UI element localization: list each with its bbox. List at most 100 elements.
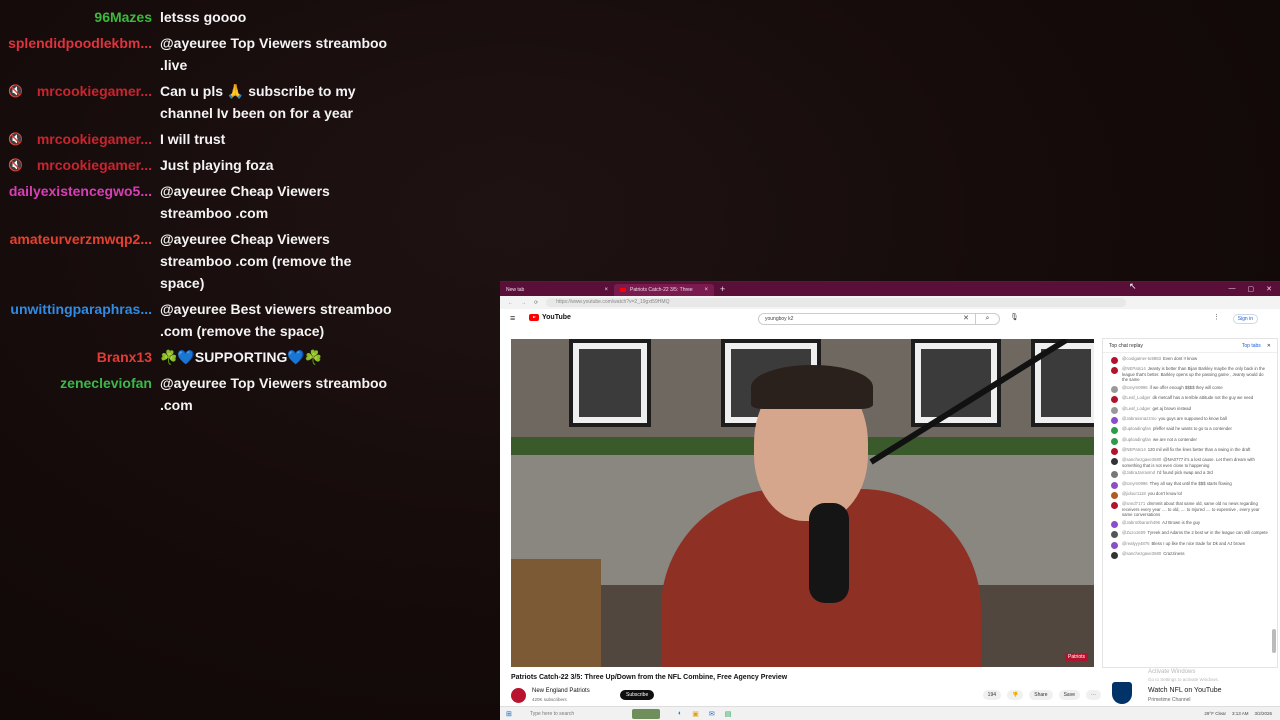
avatar	[1111, 396, 1118, 404]
live-chat-author[interactable]: @NEPats14	[1122, 447, 1146, 452]
live-chat-author[interactable]: @snnd7171	[1122, 501, 1145, 506]
like-button[interactable]: 194	[982, 690, 1002, 700]
live-chat-author[interactable]: @Jabrassnazzmo	[1122, 416, 1156, 421]
youtube-logo[interactable]: YouTube	[529, 314, 571, 321]
avatar	[1111, 492, 1118, 500]
live-chat-body: Even dont !! know	[1163, 356, 1198, 361]
live-chat-text: @NEPats14 120 mil will fix the lines bett…	[1122, 447, 1250, 453]
clear-search-icon[interactable]: ✕	[963, 314, 969, 324]
forward-button[interactable]: →	[521, 300, 526, 306]
chat-username[interactable]: 96Mazes	[94, 6, 152, 28]
close-window-button[interactable]: ✕	[1266, 285, 1272, 293]
chat-username[interactable]: unwittingparaphras...	[10, 298, 152, 320]
channel-name[interactable]: New England Patriots	[532, 688, 590, 694]
live-chat-author[interactable]: @Leaf_Lodger	[1122, 406, 1151, 411]
chat-mode-dropdown[interactable]: Top chat replay	[1109, 343, 1143, 349]
tab-youtube-video[interactable]: Patriots Catch-22 3/5: Three ×	[614, 284, 714, 296]
minimize-button[interactable]: —	[1229, 285, 1236, 293]
chat-username-cell: 96Mazes	[0, 6, 160, 28]
chat-text: Just playing foza	[160, 157, 274, 173]
live-chat-author[interactable]: @NEPats14	[1122, 366, 1146, 371]
live-chat-message: @Jabro0baranh496 AJ Brown is the guy	[1111, 520, 1269, 529]
weather-widget[interactable]: 29°F Clear	[1204, 711, 1226, 716]
new-tab-button[interactable]: +	[714, 284, 731, 294]
share-button[interactable]: Share	[1029, 690, 1053, 700]
live-chat-text: @tonym0996 if we offer enough $$$$ they w…	[1122, 385, 1223, 391]
avatar	[1111, 541, 1118, 549]
maximize-button[interactable]: ▢	[1248, 285, 1255, 293]
top-tabs-toggle[interactable]: Top tabs	[1242, 343, 1261, 349]
live-chat-author[interactable]: @tonym0996	[1122, 481, 1148, 486]
chat-username[interactable]: Branx13	[97, 346, 152, 368]
menu-icon[interactable]: ≡	[510, 313, 515, 323]
live-chat-author[interactable]: @tonym0996	[1122, 385, 1148, 390]
chat-username[interactable]: zenecleviofan	[60, 372, 152, 394]
chat-text: letsss goooo	[160, 9, 247, 25]
close-chat-icon[interactable]: ✕	[1267, 343, 1271, 349]
subscribe-button[interactable]: Subscribe	[620, 690, 655, 700]
avatar	[1111, 481, 1118, 489]
chat-username[interactable]: mrcookiegamer...	[37, 154, 152, 176]
sign-in-button[interactable]: Sign in	[1232, 314, 1258, 324]
more-actions-button[interactable]: ⋯	[1086, 690, 1101, 700]
nfl-promo[interactable]: Watch NFL on YouTube Primetime Channel	[1112, 682, 1272, 706]
live-chat-text: @tonym0996 They all say that until the $$…	[1122, 481, 1232, 487]
dislike-button[interactable]: 👎	[1007, 690, 1024, 700]
activate-title: Activate Windows	[1148, 669, 1196, 675]
more-options-icon[interactable]: ⋮	[1213, 313, 1220, 321]
chat-scrollbar[interactable]	[1272, 629, 1276, 653]
url-field[interactable]: https://www.youtube.com/watch?v=2_19gxt5…	[546, 298, 1127, 307]
search-input[interactable]: youngboy k2 ✕	[758, 313, 976, 325]
live-chat-body: AJ Brown is the guy	[1162, 520, 1201, 526]
avatar	[1111, 531, 1118, 539]
chat-username[interactable]: amateurverzmwqp2...	[10, 228, 152, 250]
live-chat-author[interactable]: @jidour1118	[1122, 491, 1146, 496]
live-chat-message: @Leaf_Lodger get aj brown instead	[1111, 406, 1269, 414]
edge-icon[interactable]: ◐	[678, 710, 682, 718]
chat-username[interactable]: dailyexistencegwo5...	[9, 180, 152, 202]
live-chat-author[interactable]: @Jabro0baranh496	[1122, 520, 1160, 525]
live-chat-message: @Zuzo1609 Tyreek and Adams the 2 best wr …	[1111, 530, 1269, 539]
avatar	[1111, 552, 1118, 560]
video-title: Patriots Catch-22 3/5: Three Up/Down fro…	[511, 674, 788, 681]
save-button[interactable]: Save	[1058, 690, 1080, 700]
live-chat-author[interactable]: @uploadingfan	[1122, 437, 1151, 442]
chat-message: unwittingparaphras... @ayeuree Best viewe…	[0, 296, 400, 344]
clock-date[interactable]: 3/2/2026	[1254, 711, 1272, 716]
live-chat-author[interactable]: @Leaf_Lodger	[1122, 395, 1151, 400]
chat-username-cell: 🔇 mrcookiegamer...	[0, 154, 160, 176]
taskbar-search[interactable]: Type here to search	[524, 709, 628, 719]
subscriber-count: 420K subscribers	[532, 697, 567, 702]
store-icon[interactable]: ▤	[725, 710, 732, 718]
channel-avatar[interactable]	[511, 688, 526, 703]
mail-icon[interactable]: ✉	[709, 710, 715, 718]
avatar	[1111, 458, 1118, 466]
live-chat-author[interactable]: @realyyy4876	[1122, 541, 1150, 546]
search-button[interactable]: ⌕	[976, 313, 1000, 325]
live-chat-author[interactable]: @Zuzo1609	[1122, 530, 1145, 535]
chat-username-cell: amateurverzmwqp2...	[0, 228, 160, 250]
reload-button[interactable]: ⟳	[534, 300, 538, 306]
search-highlight-image[interactable]	[632, 708, 660, 719]
chat-username[interactable]: mrcookiegamer...	[37, 80, 152, 102]
file-explorer-icon[interactable]: ▣	[692, 710, 699, 718]
live-chat-body: I'd found pick swap and a 3rd	[1157, 470, 1213, 476]
live-chat-author[interactable]: @sanchezgave3680	[1122, 551, 1161, 556]
wall-photo	[911, 339, 1001, 427]
live-chat-author[interactable]: @sanchezgave3680	[1122, 457, 1161, 462]
start-button[interactable]: ⊞	[506, 710, 516, 718]
chat-username[interactable]: splendidpoodlekbm...	[8, 32, 152, 54]
promo-subtitle: Primetime Channel	[1148, 697, 1191, 703]
live-chat-author[interactable]: @coolgamer-tu9883	[1122, 356, 1161, 361]
avatar	[1111, 447, 1118, 455]
close-icon[interactable]: ×	[704, 287, 708, 293]
tab-new-tab[interactable]: New tab ×	[500, 284, 614, 296]
back-button[interactable]: ←	[508, 300, 513, 306]
close-icon[interactable]: ×	[604, 287, 608, 293]
clock-time[interactable]: 3:13 AM	[1232, 711, 1249, 716]
live-chat-author[interactable]: @uploadingfan	[1122, 426, 1151, 431]
chat-username[interactable]: mrcookiegamer...	[37, 128, 152, 150]
live-chat-author[interactable]: @JabraJarrasmd	[1122, 470, 1155, 475]
video-player[interactable]: Patriots	[511, 339, 1094, 667]
microphone-icon[interactable]: 🎙	[1010, 313, 1019, 321]
